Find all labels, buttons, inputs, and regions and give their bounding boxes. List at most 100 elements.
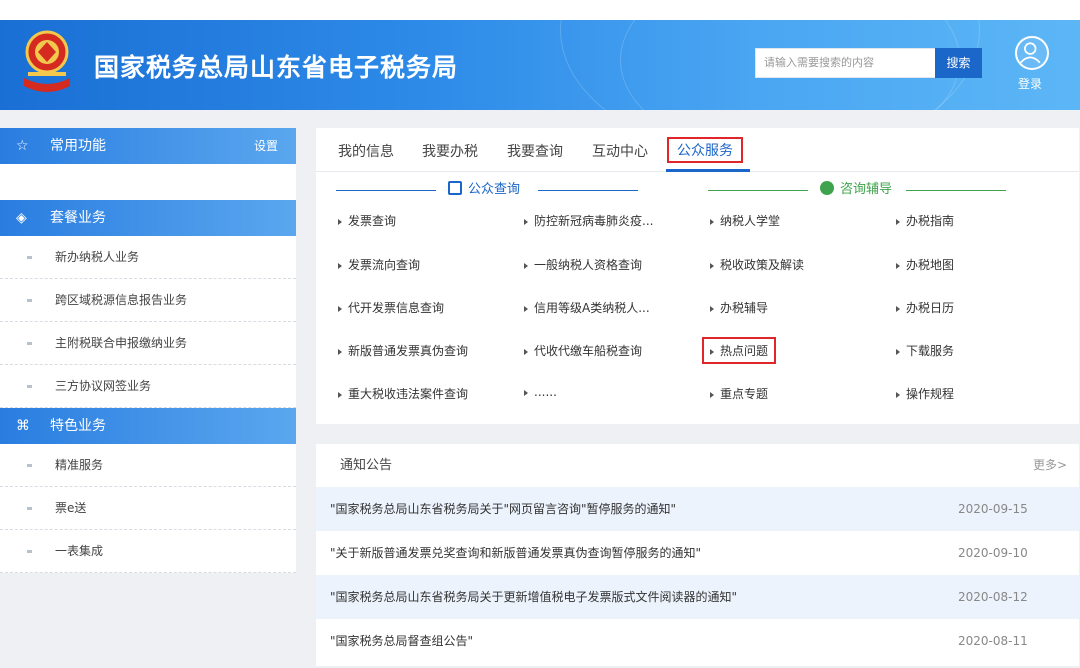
arrow-right-icon [338, 305, 342, 312]
arrow-right-icon [710, 348, 714, 355]
bullet-icon [27, 299, 32, 302]
link-tax-map[interactable]: 办税地图 [896, 256, 954, 273]
divider [538, 190, 638, 191]
link-invoice-flow-query[interactable]: 发票流向查询 [338, 256, 420, 273]
arrow-right-icon [896, 262, 900, 269]
link-tax-policy[interactable]: 税收政策及解读 [710, 256, 804, 273]
link-key-topics[interactable]: 重点专题 [710, 385, 768, 402]
link-credit-rating[interactable]: 信用等级A类纳税人... [524, 299, 650, 316]
sidebar-item-label: 三方协议网签业务 [55, 379, 152, 393]
arrow-right-icon [710, 391, 714, 398]
notice-title: 通知公告 [340, 458, 393, 473]
sidebar-empty-area [0, 164, 296, 200]
arrow-right-icon [896, 305, 900, 312]
link-hot-issues[interactable]: 热点问题 [702, 337, 777, 364]
notice-row-date: 2020-09-10 [958, 546, 1028, 560]
sidebar-item-label: 主附税联合申报缴纳业务 [55, 336, 188, 350]
arrow-right-icon [338, 348, 342, 355]
link-tax-guide[interactable]: 办税指南 [896, 212, 954, 229]
tab-public-service[interactable]: 公众服务 [667, 137, 743, 163]
arrow-right-icon [338, 218, 342, 225]
bullet-icon [27, 550, 32, 553]
link-tax-guidance[interactable]: 办税辅导 [710, 299, 768, 316]
sidebar-header-special[interactable]: ⌘ 特色业务 [0, 408, 296, 444]
notice-row-title: "国家税务总局山东省税务局关于"网页留言咨询"暂停服务的通知" [330, 502, 677, 516]
notice-row[interactable]: "国家税务总局督查组公告" 2020-08-11 [316, 619, 1079, 663]
grid-icon: ⌘ [16, 418, 30, 434]
bullet-icon [27, 385, 32, 388]
link-tax-violation-query[interactable]: 重大税收违法案件查询 [338, 385, 468, 402]
divider [906, 190, 1006, 191]
sidebar-item-label: 精准服务 [55, 458, 104, 472]
section-public-query: 公众查询 [448, 181, 520, 199]
link-invoice-query[interactable]: 发票查询 [338, 212, 396, 229]
section-consult: 咨询辅导 [820, 181, 892, 199]
notice-row[interactable]: "国家税务总局山东省税务局关于"网页留言咨询"暂停服务的通知" 2020-09-… [316, 487, 1079, 531]
person-icon [820, 181, 834, 195]
sidebar-item[interactable]: 票e送 [0, 487, 296, 530]
search-doc-icon [448, 181, 462, 195]
bullet-icon [27, 507, 32, 510]
divider [336, 190, 436, 191]
sidebar-item[interactable]: 三方协议网签业务 [0, 365, 296, 408]
link-downloads[interactable]: 下载服务 [896, 342, 954, 359]
settings-link[interactable]: 设置 [254, 128, 278, 164]
tab-interaction[interactable]: 互动中心 [592, 141, 648, 161]
service-panel: 我的信息 我要办税 我要查询 互动中心 公众服务 公众查询 咨询辅导 发票查询 … [316, 128, 1079, 424]
arrow-right-icon [524, 218, 528, 225]
arrow-right-icon [338, 391, 342, 398]
sidebar-item[interactable]: 精准服务 [0, 444, 296, 487]
divider [708, 190, 808, 191]
notice-row[interactable]: "国家税务总局山东省税务局关于更新增值税电子发票版式文件阅读器的通知" 2020… [316, 575, 1079, 619]
sidebar: ☆ 常用功能 设置 ◈ 套餐业务 新办纳税人业务 跨区域税源信息报告业务 主附税… [0, 128, 296, 573]
sidebar-item[interactable]: 跨区域税源信息报告业务 [0, 279, 296, 322]
link-more-queries[interactable]: ...... [524, 385, 557, 399]
notice-row-date: 2020-09-15 [958, 502, 1028, 516]
tab-query[interactable]: 我要查询 [507, 141, 563, 161]
login-link[interactable]: 登录 [1018, 75, 1042, 92]
arrow-right-icon [524, 389, 528, 396]
tab-my-info[interactable]: 我的信息 [338, 141, 394, 161]
link-taxpayer-school[interactable]: 纳税人学堂 [710, 212, 780, 229]
link-invoice-authenticity-query[interactable]: 新版普通发票真伪查询 [338, 342, 468, 359]
bullet-icon [27, 342, 32, 345]
arrow-right-icon [524, 262, 528, 269]
notice-panel: 通知公告 更多> "国家税务总局山东省税务局关于"网页留言咨询"暂停服务的通知"… [316, 444, 1079, 666]
notice-row-title: "关于新版普通发票兑奖查询和新版普通发票真伪查询暂停服务的通知" [330, 546, 702, 560]
tax-emblem-icon [24, 30, 70, 92]
arrow-right-icon [896, 391, 900, 398]
sidebar-item[interactable]: 新办纳税人业务 [0, 236, 296, 279]
notice-row-date: 2020-08-12 [958, 590, 1028, 604]
search-button[interactable]: 搜索 [935, 48, 982, 78]
notice-row-date: 2020-08-11 [958, 634, 1028, 648]
sidebar-header-common[interactable]: ☆ 常用功能 设置 [0, 128, 296, 164]
arrow-right-icon [896, 348, 900, 355]
site-header: 国家税务总局山东省电子税务局 请输入需要搜索的内容 搜索 登录 [0, 20, 1080, 110]
sidebar-item-label: 新办纳税人业务 [55, 250, 140, 264]
sidebar-header-label: 常用功能 [50, 138, 106, 154]
section-title: 公众查询 [468, 182, 521, 197]
notice-row-title: "国家税务总局督查组公告" [330, 634, 474, 648]
sidebar-item-label: 一表集成 [55, 544, 104, 558]
sidebar-item[interactable]: 主附税联合申报缴纳业务 [0, 322, 296, 365]
link-vehicle-tax-query[interactable]: 代收代缴车船税查询 [524, 342, 642, 359]
more-link[interactable]: 更多> [1033, 444, 1067, 487]
sidebar-header-label: 特色业务 [50, 418, 106, 434]
link-tax-calendar[interactable]: 办税日历 [896, 299, 954, 316]
layers-icon: ◈ [16, 210, 27, 226]
link-issued-invoice-query[interactable]: 代开发票信息查询 [338, 299, 444, 316]
tab-tax-filing[interactable]: 我要办税 [422, 141, 478, 161]
bullet-icon [27, 256, 32, 259]
arrow-right-icon [710, 218, 714, 225]
sidebar-item-label: 票e送 [55, 501, 87, 515]
bullet-icon [27, 464, 32, 467]
sidebar-item[interactable]: 一表集成 [0, 530, 296, 573]
link-operation-rules[interactable]: 操作规程 [896, 385, 954, 402]
sidebar-header-package[interactable]: ◈ 套餐业务 [0, 200, 296, 236]
link-covid-policy[interactable]: 防控新冠病毒肺炎疫... [524, 212, 653, 229]
star-icon: ☆ [16, 138, 29, 154]
user-icon[interactable] [1015, 36, 1049, 70]
link-taxpayer-qualification[interactable]: 一般纳税人资格查询 [524, 256, 642, 273]
notice-row[interactable]: "关于新版普通发票兑奖查询和新版普通发票真伪查询暂停服务的通知" 2020-09… [316, 531, 1079, 575]
search-input[interactable]: 请输入需要搜索的内容 [755, 48, 935, 78]
